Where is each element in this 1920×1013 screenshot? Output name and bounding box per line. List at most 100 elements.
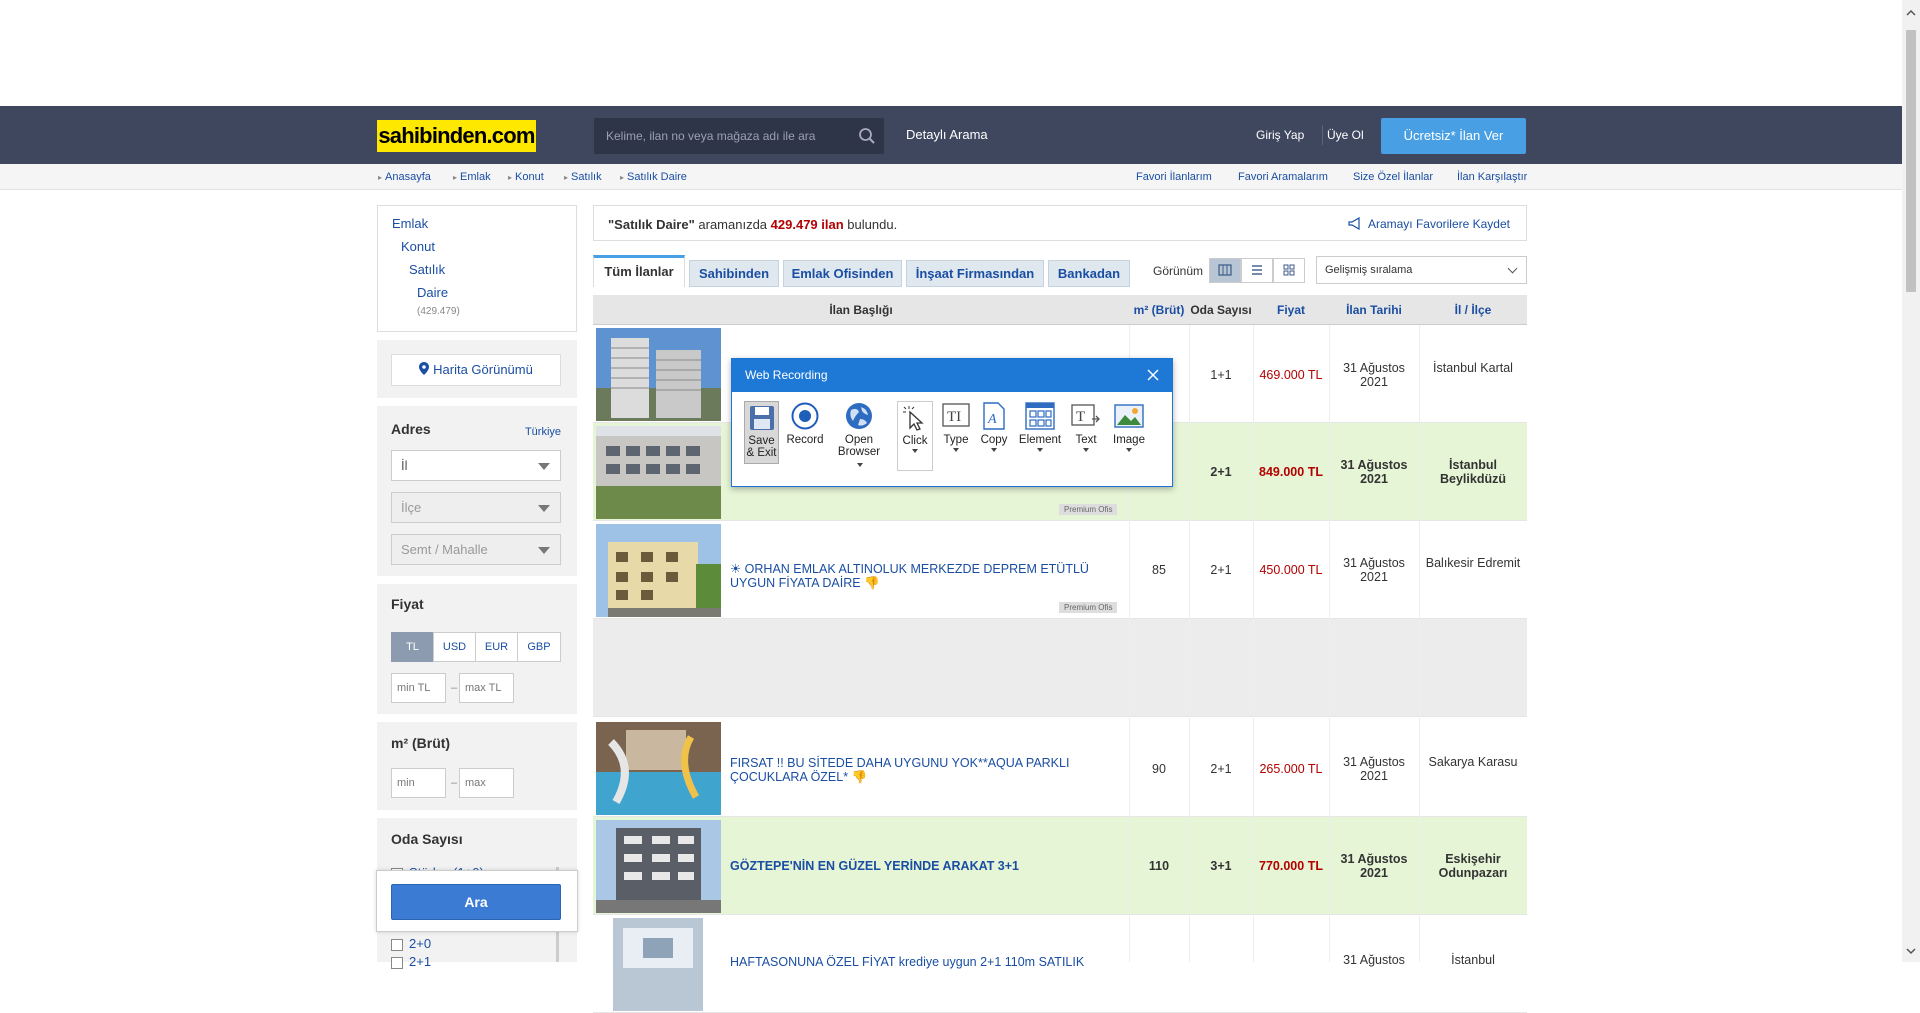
filter-divider xyxy=(377,810,577,818)
listing-thumbnail[interactable] xyxy=(596,820,721,913)
listing-thumbnail[interactable] xyxy=(596,328,721,421)
address-country-link[interactable]: Türkiye xyxy=(525,426,561,438)
image-tool-button[interactable]: Image xyxy=(1110,401,1148,452)
breadcrumb-emlak[interactable]: Emlak xyxy=(453,171,491,183)
col-header-price[interactable]: Fiyat xyxy=(1253,295,1329,325)
rooms-title: Oda Sayısı xyxy=(391,831,463,847)
post-ad-button[interactable]: Ücretsiz* İlan Ver xyxy=(1381,118,1526,154)
save-exit-button[interactable]: Save & Exit xyxy=(744,401,779,464)
view-table-button[interactable] xyxy=(1209,258,1241,283)
open-browser-button[interactable]: Open Browser xyxy=(834,401,884,470)
scroll-down-icon[interactable] xyxy=(1902,944,1920,958)
map-view-button[interactable]: Harita Görünümü xyxy=(391,354,561,386)
view-grid-button[interactable] xyxy=(1273,258,1305,283)
listing-row[interactable]: FIRSAT !! BU SİTEDE DAHA UYGUNU YOK**AQU… xyxy=(593,719,1527,817)
category-konut[interactable]: Konut xyxy=(401,239,435,254)
personalized-listings-link[interactable]: Size Özel İlanlar xyxy=(1353,171,1433,183)
image-label: Image xyxy=(1113,434,1145,446)
megaphone-icon xyxy=(1348,216,1360,231)
page-scrollbar[interactable] xyxy=(1902,0,1920,962)
register-link[interactable]: Üye Ol xyxy=(1327,128,1364,142)
tab-from-owner[interactable]: Sahibinden xyxy=(689,260,779,287)
record-button[interactable]: Record xyxy=(784,401,826,446)
listing-thumbnail[interactable] xyxy=(596,426,721,519)
site-logo[interactable]: sahibinden.com xyxy=(377,120,536,152)
currency-gbp[interactable]: GBP xyxy=(517,632,561,662)
col-header-rooms: Oda Sayısı xyxy=(1190,303,1252,317)
room-option-2-0[interactable]: 2+0 xyxy=(391,936,431,951)
listing-row[interactable]: HAFTASONUNA ÖZEL FİYAT krediye uygun 2+1… xyxy=(593,915,1527,1013)
listing-thumbnail[interactable] xyxy=(613,918,703,1011)
tab-from-builder[interactable]: İnşaat Firmasından xyxy=(906,260,1044,287)
category-emlak[interactable]: Emlak xyxy=(392,216,428,231)
search-input[interactable] xyxy=(594,118,844,154)
dropdown-caret-icon xyxy=(857,462,863,467)
element-tool-button[interactable]: Element xyxy=(1017,401,1063,452)
favorite-listings-link[interactable]: Favori İlanlarım xyxy=(1136,171,1212,183)
province-select[interactable]: İl xyxy=(391,450,561,481)
category-daire[interactable]: Daire xyxy=(417,285,448,300)
area-max-input[interactable]: max xyxy=(459,768,514,798)
currency-tl[interactable]: TL xyxy=(391,632,434,662)
col-header-area[interactable]: m² (Brüt) xyxy=(1129,295,1189,325)
tab-all-listings[interactable]: Tüm İlanlar xyxy=(593,255,685,287)
svg-text:TI: TI xyxy=(947,409,961,425)
listing-title[interactable]: HAFTASONUNA ÖZEL FİYAT krediye uygun 2+1… xyxy=(730,955,1120,969)
breadcrumb-konut[interactable]: Konut xyxy=(508,171,544,183)
col-header-date[interactable]: İlan Tarihi xyxy=(1329,295,1419,325)
text-label: Text xyxy=(1075,434,1097,446)
scrollbar-thumb[interactable] xyxy=(1906,30,1916,292)
listing-location: İstanbul Kartal xyxy=(1433,361,1513,375)
listing-rooms: 2+1 xyxy=(1210,465,1232,479)
listing-row[interactable]: ☀ ORHAN EMLAK ALTINOLUK MERKEZDE DEPREM … xyxy=(593,521,1527,619)
currency-eur[interactable]: EUR xyxy=(475,632,518,662)
text-extract-icon: T xyxy=(1071,404,1100,426)
scroll-up-icon[interactable] xyxy=(1902,6,1920,20)
close-icon[interactable] xyxy=(1146,368,1160,382)
listing-row[interactable]: GÖZTEPE'NİN EN GÜZEL YERİNDE ARAKAT 3+1 … xyxy=(593,817,1527,915)
type-text-icon: TI xyxy=(942,403,970,427)
listing-location: Sakarya Karasu xyxy=(1428,755,1518,769)
favorite-searches-link[interactable]: Favori Aramalarım xyxy=(1238,171,1328,183)
currency-usd[interactable]: USD xyxy=(433,632,476,662)
sort-select[interactable]: Gelişmiş sıralama xyxy=(1316,256,1527,284)
district-select[interactable]: İlçe xyxy=(391,492,561,523)
area-min-input[interactable]: min xyxy=(391,768,446,798)
save-search-link[interactable]: Aramayı Favorilere Kaydet xyxy=(1348,216,1510,231)
category-satilik[interactable]: Satılık xyxy=(409,262,445,277)
list-view-icon xyxy=(1252,265,1262,275)
view-list-button[interactable] xyxy=(1241,258,1273,283)
login-link[interactable]: Giriş Yap xyxy=(1256,128,1304,142)
listing-title[interactable]: ☀ ORHAN EMLAK ALTINOLUK MERKEZDE DEPREM … xyxy=(730,562,1120,590)
listing-date: 31 Ağustos xyxy=(1343,953,1405,967)
breadcrumb-satilik[interactable]: Satılık xyxy=(564,171,602,183)
price-min-input[interactable]: min TL xyxy=(391,673,446,703)
breadcrumb-satilik-daire[interactable]: Satılık Daire xyxy=(620,171,687,183)
neighborhood-select[interactable]: Semt / Mahalle xyxy=(391,534,561,565)
compare-listings-link[interactable]: İlan Karşılaştır xyxy=(1457,171,1527,183)
type-tool-button[interactable]: TI Type xyxy=(939,401,973,452)
search-submit-button[interactable]: Ara xyxy=(391,884,561,920)
search-icon[interactable] xyxy=(858,127,876,145)
text-tool-button[interactable]: T Text xyxy=(1069,401,1103,452)
price-max-input[interactable]: max TL xyxy=(459,673,514,703)
checkbox[interactable] xyxy=(391,956,403,969)
detailed-search-link[interactable]: Detaylı Arama xyxy=(906,127,988,142)
tab-from-agency[interactable]: Emlak Ofisinden xyxy=(783,260,902,287)
col-header-title: İlan Başlığı xyxy=(829,303,893,317)
click-tool-button[interactable]: Click xyxy=(897,401,933,471)
category-count: (429.479) xyxy=(417,306,460,317)
click-label: Click xyxy=(902,435,928,447)
listing-thumbnail[interactable] xyxy=(596,722,721,815)
tab-from-bank[interactable]: Bankadan xyxy=(1048,260,1130,287)
copy-tool-button[interactable]: A Copy xyxy=(978,401,1010,452)
checkbox[interactable] xyxy=(391,938,403,951)
svg-text:A: A xyxy=(987,412,997,427)
breadcrumb-home[interactable]: Anasayfa xyxy=(378,171,431,183)
listing-thumbnail[interactable] xyxy=(596,524,721,617)
listing-title[interactable]: FIRSAT !! BU SİTEDE DAHA UYGUNU YOK**AQU… xyxy=(730,756,1120,784)
col-header-location[interactable]: İl / İlçe xyxy=(1419,295,1527,325)
listing-title[interactable]: GÖZTEPE'NİN EN GÜZEL YERİNDE ARAKAT 3+1 xyxy=(730,859,1120,873)
category-tree: Emlak Konut Satılık Daire (429.479) xyxy=(377,205,577,332)
copy-document-icon: A xyxy=(983,402,1005,430)
